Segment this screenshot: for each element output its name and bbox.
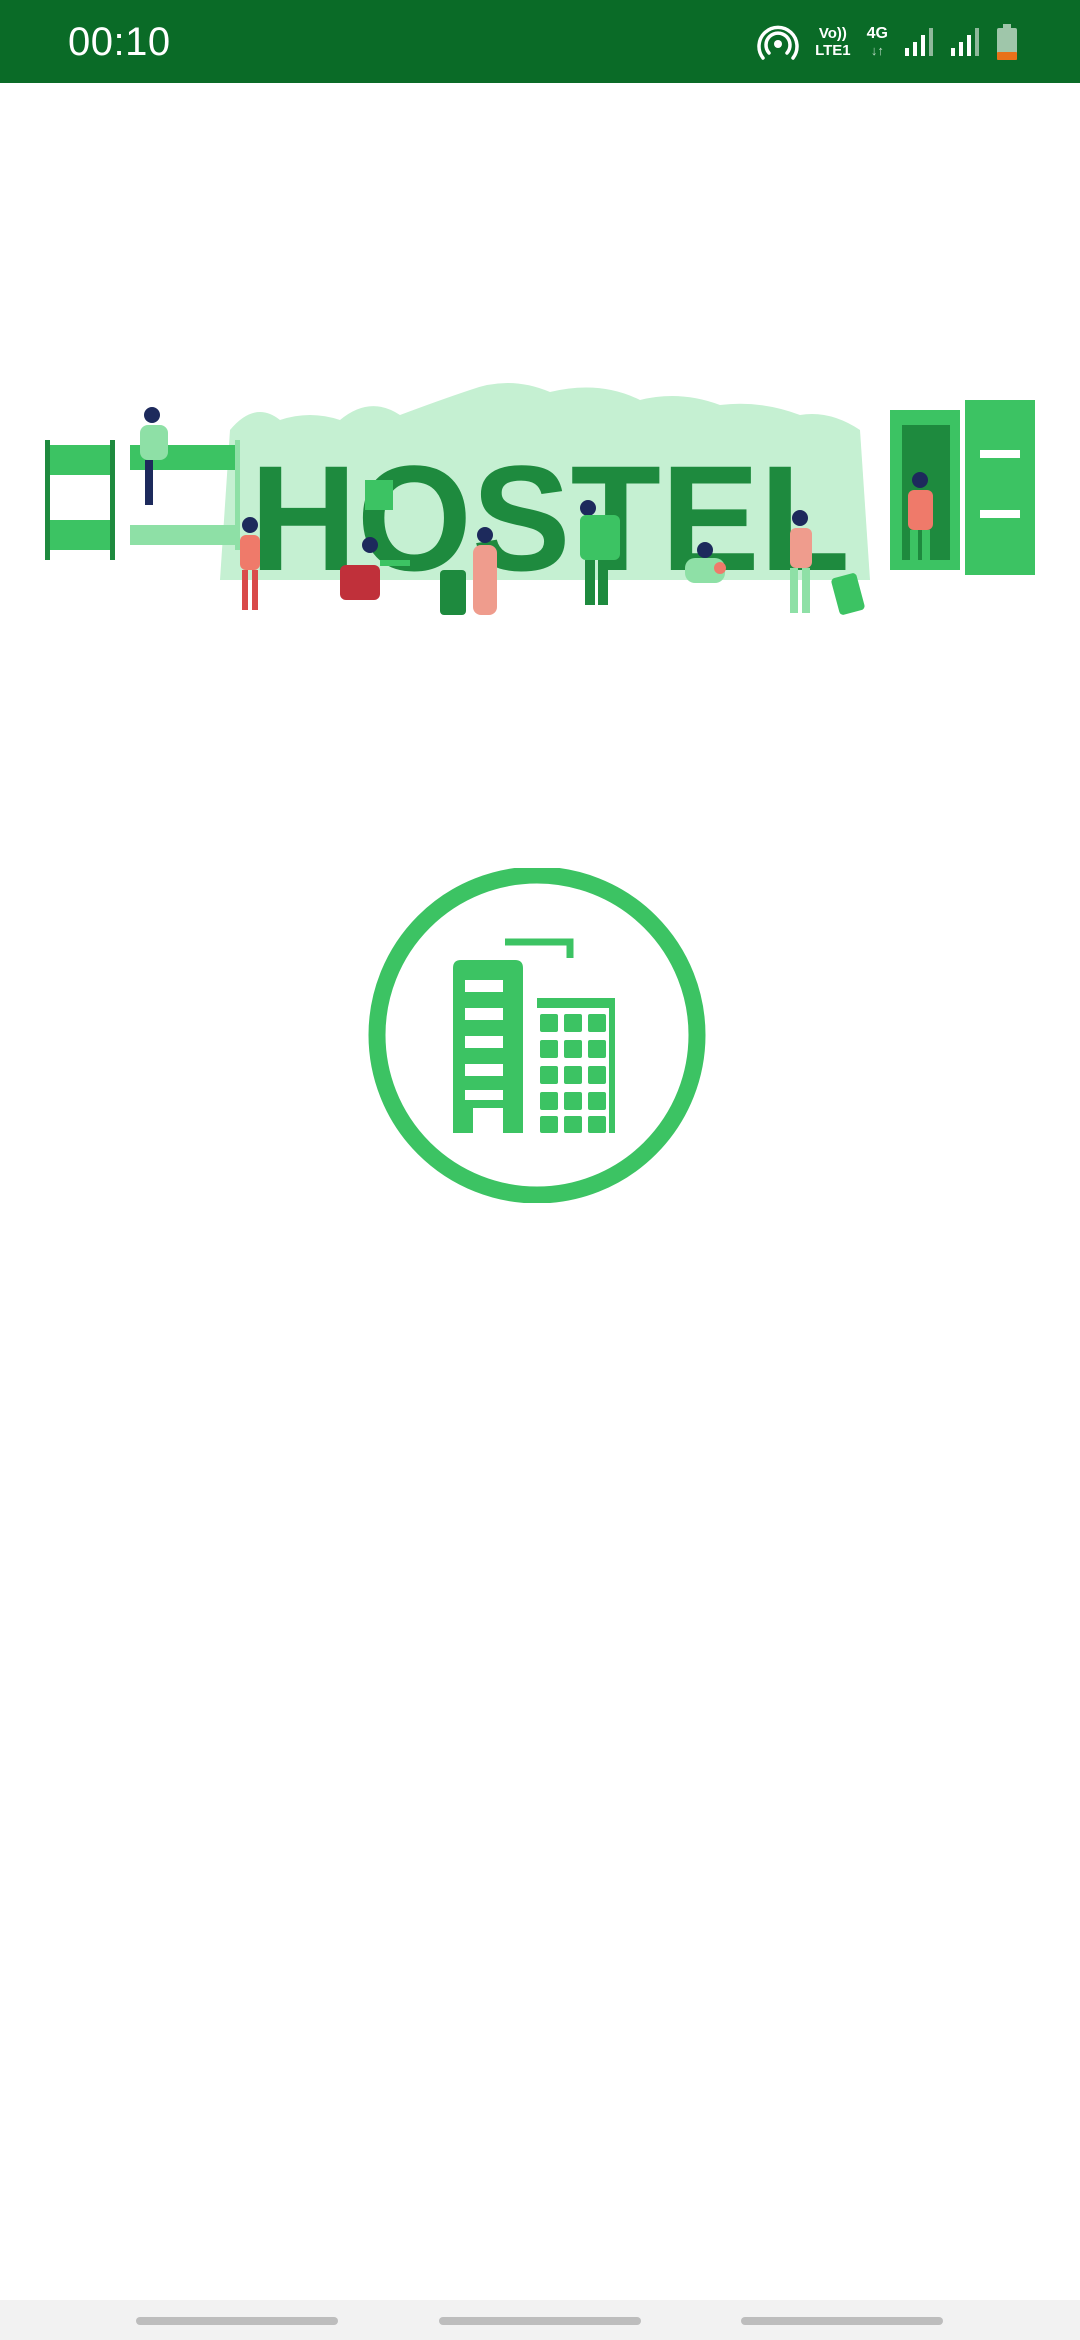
nav-pill-left[interactable]	[136, 2317, 338, 2325]
network-arrows: ↓↑	[870, 43, 884, 58]
hostel-building-icon	[368, 868, 706, 1203]
status-icons: Vo)) LTE1 4G ↓↑	[757, 20, 1018, 64]
4g-icon: 4G ↓↑	[867, 25, 888, 59]
volte-icon: Vo)) LTE1	[815, 25, 851, 59]
volte-top-label: Vo))	[818, 25, 847, 42]
nav-pill-center[interactable]	[439, 2317, 641, 2325]
status-bar: 00:10 Vo)) LTE1 4G ↓↑	[0, 0, 1080, 83]
hotspot-icon	[757, 25, 799, 60]
nav-pill-right[interactable]	[741, 2317, 943, 2325]
navigation-bar	[0, 2300, 1080, 2340]
status-time: 00:10	[68, 20, 171, 64]
battery-icon	[997, 24, 1017, 60]
right-building-shape	[537, 998, 615, 1133]
hostel-banner: HOSTEL	[45, 382, 1035, 615]
bunk-bed-illustration	[45, 440, 240, 560]
left-building-shape	[453, 960, 523, 1133]
network-type-label: 4G	[866, 25, 888, 42]
signal-icon	[905, 28, 933, 56]
volte-bottom-label: LTE1	[815, 42, 851, 59]
signal-icon	[951, 28, 979, 56]
